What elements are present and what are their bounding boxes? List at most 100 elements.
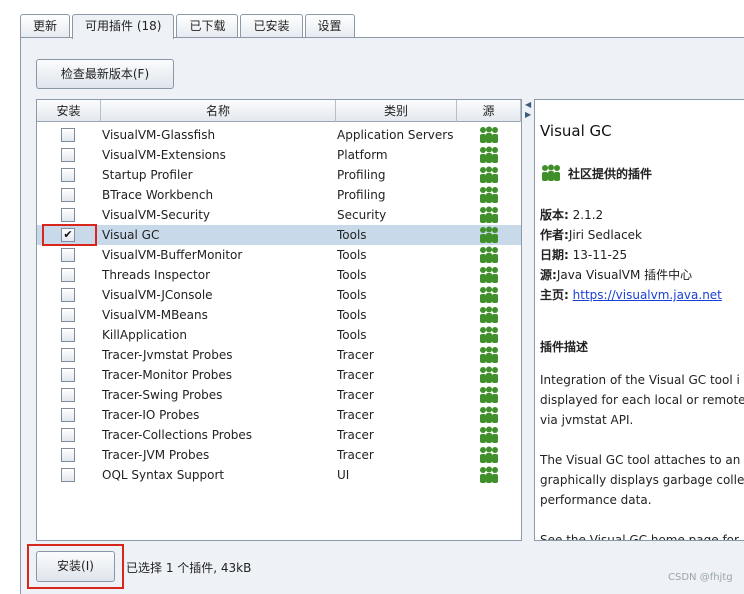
plugin-category: Profiling bbox=[337, 188, 386, 202]
community-label: 社区提供的插件 bbox=[568, 166, 653, 181]
plugin-name: Tracer-Jvmstat Probes bbox=[102, 348, 233, 362]
table-row[interactable]: VisualVM-Glassfish Application Servers bbox=[37, 125, 521, 145]
install-checkbox[interactable] bbox=[61, 308, 75, 322]
description-line: graphically displays garbage colle bbox=[540, 473, 744, 487]
install-checkbox[interactable] bbox=[61, 348, 75, 362]
table-row[interactable]: Tracer-Monitor Probes Tracer bbox=[37, 365, 521, 385]
plugin-category: Tracer bbox=[337, 408, 374, 422]
plugin-category: Tracer bbox=[337, 388, 374, 402]
plugin-name: VisualVM-JConsole bbox=[102, 288, 213, 302]
table-row[interactable]: Tracer-IO Probes Tracer bbox=[37, 405, 521, 425]
check-updates-button[interactable]: 检查最新版本(F) bbox=[36, 59, 174, 89]
homepage-link[interactable]: https://visualvm.java.net bbox=[573, 288, 722, 302]
community-users-icon bbox=[480, 166, 498, 183]
selection-status: 已选择 1 个插件, 43kB bbox=[126, 561, 252, 575]
plugin-name: OQL Syntax Support bbox=[102, 468, 225, 482]
panel-splitter[interactable]: ◀ ▶ bbox=[522, 99, 534, 541]
install-checkbox[interactable] bbox=[61, 368, 75, 382]
column-header-name[interactable]: 名称 bbox=[101, 100, 336, 122]
plugin-name: BTrace Workbench bbox=[102, 188, 214, 202]
install-checkbox[interactable] bbox=[61, 328, 75, 342]
description-line: via jvmstat API. bbox=[540, 413, 634, 427]
column-header-source[interactable]: 源 bbox=[457, 100, 521, 122]
table-row[interactable]: VisualVM-Extensions Platform bbox=[37, 145, 521, 165]
table-row[interactable]: ✔ Visual GC Tools bbox=[37, 225, 521, 245]
column-header-category[interactable]: 类别 bbox=[336, 100, 457, 122]
plugin-category: Tools bbox=[337, 328, 367, 342]
tab-settings[interactable]: 设置 bbox=[304, 14, 355, 38]
community-users-icon bbox=[480, 226, 498, 243]
plugins-table: 安装 名称 类别 源 VisualVM-Glassfish Application… bbox=[36, 99, 522, 541]
collapse-left-icon[interactable]: ◀ bbox=[525, 101, 531, 109]
column-header-install[interactable]: 安装 bbox=[37, 100, 101, 122]
install-checkbox[interactable] bbox=[61, 208, 75, 222]
detail-version: 版本: 2.1.2 bbox=[540, 206, 603, 223]
community-users-icon bbox=[480, 466, 498, 483]
install-checkbox[interactable] bbox=[61, 448, 75, 462]
table-row[interactable]: VisualVM-BufferMonitor Tools bbox=[37, 245, 521, 265]
source-label: 源: bbox=[540, 268, 557, 282]
tab-bar: 更新 可用插件 (18) 已下载 已安装 设置 bbox=[20, 14, 357, 39]
plugin-name: Tracer-Monitor Probes bbox=[102, 368, 233, 382]
table-header: 安装 名称 类别 源 bbox=[37, 100, 521, 122]
plugin-name: VisualVM-BufferMonitor bbox=[102, 248, 243, 262]
plugin-name: VisualVM-Glassfish bbox=[102, 128, 216, 142]
community-users-icon bbox=[480, 266, 498, 283]
community-users-icon bbox=[480, 186, 498, 203]
install-checkbox[interactable] bbox=[61, 148, 75, 162]
install-checkbox[interactable] bbox=[61, 408, 75, 422]
tab-downloaded[interactable]: 已下载 bbox=[176, 14, 239, 38]
plugin-category: Application Servers bbox=[337, 128, 454, 142]
plugin-name: Tracer-IO Probes bbox=[102, 408, 200, 422]
description-line: The Visual GC tool attaches to an bbox=[540, 453, 741, 467]
description-line: displayed for each local or remote bbox=[540, 393, 744, 407]
tab-installed[interactable]: 已安装 bbox=[240, 14, 303, 38]
version-label: 版本: bbox=[540, 208, 569, 222]
table-row[interactable]: Tracer-Swing Probes Tracer bbox=[37, 385, 521, 405]
table-row[interactable]: VisualVM-MBeans Tools bbox=[37, 305, 521, 325]
collapse-right-icon[interactable]: ▶ bbox=[525, 111, 531, 119]
plugin-name: VisualVM-MBeans bbox=[102, 308, 208, 322]
plugin-name: Visual GC bbox=[102, 228, 160, 242]
table-row[interactable]: OQL Syntax Support UI bbox=[37, 465, 521, 485]
plugin-category: Tracer bbox=[337, 428, 374, 442]
community-users-icon bbox=[480, 386, 498, 403]
table-row[interactable]: Tracer-Jvmstat Probes Tracer bbox=[37, 345, 521, 365]
community-badge: 社区提供的插件 bbox=[540, 164, 652, 182]
community-users-icon bbox=[480, 206, 498, 223]
install-checkbox[interactable] bbox=[61, 188, 75, 202]
install-checkbox[interactable] bbox=[61, 388, 75, 402]
homepage-label: 主页: bbox=[540, 288, 569, 302]
table-row[interactable]: BTrace Workbench Profiling bbox=[37, 185, 521, 205]
community-users-icon bbox=[480, 426, 498, 443]
tab-updates[interactable]: 更新 bbox=[20, 14, 71, 38]
install-checkbox[interactable] bbox=[61, 468, 75, 482]
table-row[interactable]: Threads Inspector Tools bbox=[37, 265, 521, 285]
table-row[interactable]: VisualVM-Security Security bbox=[37, 205, 521, 225]
table-row[interactable]: Tracer-Collections Probes Tracer bbox=[37, 425, 521, 445]
plugin-name: Tracer-Swing Probes bbox=[102, 388, 223, 402]
plugin-detail-panel: Visual GC 社区提供的插件 版本: 2.1.2 作者:Jiri Sedl… bbox=[534, 99, 744, 541]
table-row[interactable]: Startup Profiler Profiling bbox=[37, 165, 521, 185]
detail-homepage: 主页: https://visualvm.java.net bbox=[540, 286, 722, 303]
table-row[interactable]: VisualVM-JConsole Tools bbox=[37, 285, 521, 305]
plugin-category: Tracer bbox=[337, 448, 374, 462]
install-checkbox[interactable] bbox=[61, 168, 75, 182]
install-checkbox[interactable] bbox=[61, 128, 75, 142]
community-users-icon bbox=[480, 446, 498, 463]
install-checkbox[interactable] bbox=[61, 288, 75, 302]
description-line: See the Visual GC home page for bbox=[540, 533, 739, 541]
plugin-category: UI bbox=[337, 468, 350, 482]
tab-available-plugins[interactable]: 可用插件 (18) bbox=[72, 14, 175, 39]
install-checkbox[interactable] bbox=[61, 268, 75, 282]
community-users-icon bbox=[480, 326, 498, 343]
detail-source: 源:Java VisualVM 插件中心 bbox=[540, 266, 692, 283]
install-checkbox[interactable] bbox=[61, 248, 75, 262]
table-row[interactable]: KillApplication Tools bbox=[37, 325, 521, 345]
community-users-icon bbox=[542, 164, 560, 181]
plugin-name: KillApplication bbox=[102, 328, 187, 342]
install-checkbox[interactable] bbox=[61, 428, 75, 442]
table-row[interactable]: Tracer-JVM Probes Tracer bbox=[37, 445, 521, 465]
community-users-icon bbox=[480, 366, 498, 383]
plugin-name: Tracer-Collections Probes bbox=[102, 428, 253, 442]
